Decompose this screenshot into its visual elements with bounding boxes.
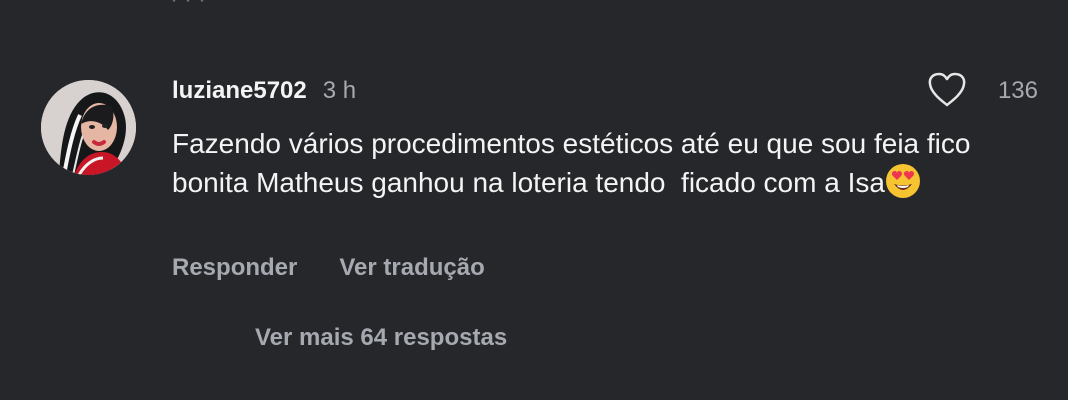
comment-username[interactable]: luziane5702 <box>172 77 307 105</box>
comment-text: Fazendo vários procedimentos estéticos a… <box>172 128 979 198</box>
like-count: 136 <box>997 77 1038 104</box>
heart-outline-icon[interactable] <box>927 72 967 108</box>
view-more-replies-button[interactable]: Ver mais 64 respostas <box>255 324 507 352</box>
heart-eyes-emoji-icon <box>885 163 921 199</box>
comment-time: 3 h <box>322 77 357 104</box>
comment-header: luziane5702 3 h <box>172 74 356 108</box>
comment-actions: Responder Ver tradução <box>172 254 485 282</box>
avatar[interactable] <box>41 80 136 175</box>
avatar-image <box>41 80 136 175</box>
reply-button[interactable]: Responder <box>172 254 297 282</box>
previous-comment-fragment: ··· <box>170 0 212 14</box>
comment-body: Fazendo vários procedimentos estéticos a… <box>172 124 1022 202</box>
translate-button[interactable]: Ver tradução <box>339 254 484 282</box>
